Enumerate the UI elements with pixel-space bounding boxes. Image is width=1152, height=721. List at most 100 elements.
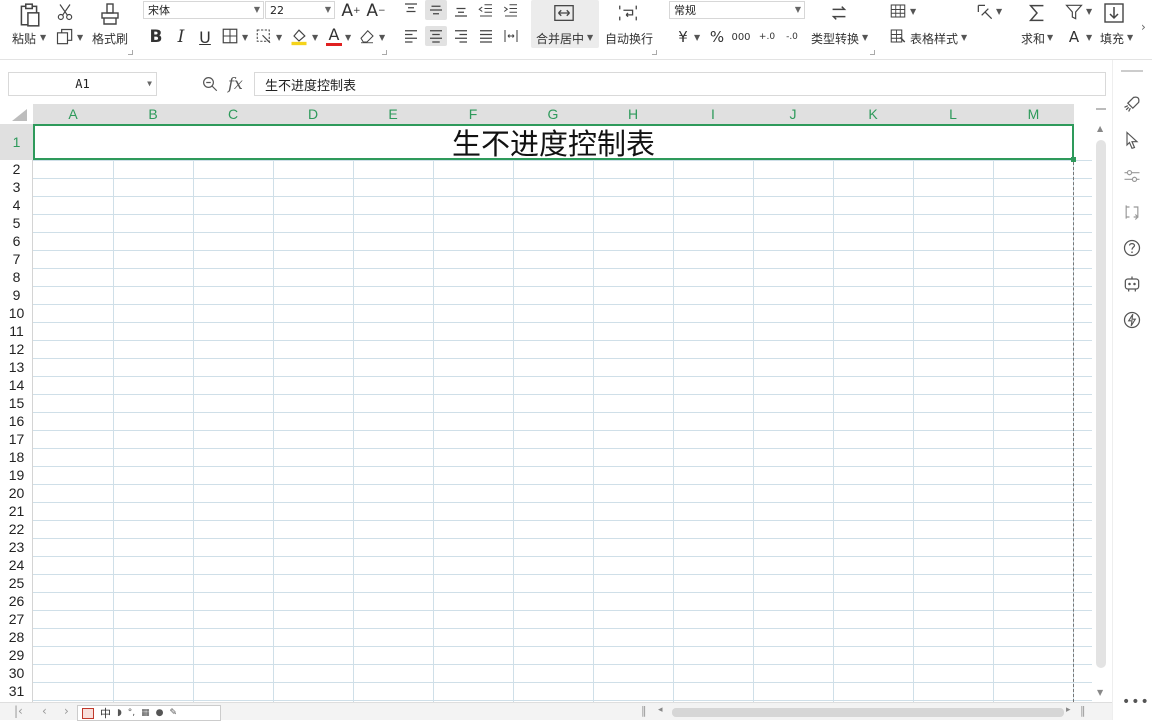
row-header-6[interactable]: 6: [0, 232, 33, 250]
row-header-15[interactable]: 15: [0, 394, 33, 412]
fill-down-icon[interactable]: [1102, 1, 1126, 25]
font-name-select[interactable]: 宋体 ▼: [143, 1, 264, 19]
align-middle-icon[interactable]: [427, 1, 445, 19]
merge-dropdown-icon[interactable]: ▼: [587, 33, 593, 42]
row-header-1[interactable]: 1: [0, 124, 33, 160]
alignment-group-launcher[interactable]: [652, 50, 657, 55]
sort-button[interactable]: A: [1063, 26, 1085, 48]
row-header-5[interactable]: 5: [0, 214, 33, 232]
tab-split-icon[interactable]: ‖: [641, 704, 647, 717]
row-header-24[interactable]: 24: [0, 556, 33, 574]
rocket-icon[interactable]: [1122, 94, 1142, 114]
row-header-11[interactable]: 11: [0, 322, 33, 340]
font-color-dropdown-icon[interactable]: ▼: [345, 33, 351, 42]
paste-icon[interactable]: [16, 2, 42, 28]
borders-icon[interactable]: [221, 27, 239, 45]
underline-button[interactable]: U: [194, 26, 216, 48]
row-header-23[interactable]: 23: [0, 538, 33, 556]
font-group-launcher[interactable]: [382, 50, 387, 55]
row-header-8[interactable]: 8: [0, 268, 33, 286]
column-header-m[interactable]: M: [993, 104, 1074, 124]
thousands-button[interactable]: 000: [730, 26, 752, 48]
currency-dropdown-icon[interactable]: ▼: [694, 33, 700, 42]
help-icon[interactable]: [1122, 238, 1142, 258]
fill-color-dropdown-icon[interactable]: ▼: [312, 33, 318, 42]
italic-button[interactable]: I: [170, 26, 192, 48]
h-split-icon[interactable]: ‖: [1080, 704, 1086, 717]
justify-icon[interactable]: [477, 27, 495, 45]
filter-dropdown-icon[interactable]: ▼: [1086, 7, 1092, 16]
type-convert-icon[interactable]: [828, 2, 850, 24]
fill-button[interactable]: 填充: [1100, 30, 1124, 47]
borders-dropdown-icon[interactable]: ▼: [242, 33, 248, 42]
row-header-19[interactable]: 19: [0, 466, 33, 484]
row-header-30[interactable]: 30: [0, 664, 33, 682]
title-cell[interactable]: 生不进度控制表: [33, 124, 1074, 161]
decrease-indent-icon[interactable]: [477, 1, 495, 19]
scroll-down-icon[interactable]: ▼: [1097, 688, 1103, 697]
zoom-icon[interactable]: [201, 75, 219, 93]
fill-dropdown-icon[interactable]: ▼: [1127, 33, 1133, 42]
align-bottom-icon[interactable]: [452, 1, 470, 19]
table-style-icon[interactable]: [889, 27, 907, 45]
robot-icon[interactable]: [1122, 274, 1142, 294]
row-header-22[interactable]: 22: [0, 520, 33, 538]
clear-dropdown-icon[interactable]: ▼: [379, 33, 385, 42]
freeze-pane-icon[interactable]: [975, 2, 995, 22]
row-header-9[interactable]: 9: [0, 286, 33, 304]
row-header-10[interactable]: 10: [0, 304, 33, 322]
wrap-text-button[interactable]: 自动换行: [605, 30, 653, 47]
more-options-icon[interactable]: •••: [1122, 694, 1150, 710]
fill-color-icon[interactable]: [289, 26, 309, 46]
scroll-left-icon[interactable]: ◂: [658, 705, 663, 715]
column-header-l[interactable]: L: [913, 104, 993, 124]
vertical-scrollbar[interactable]: ▲ ▼: [1092, 104, 1112, 702]
lightning-icon[interactable]: [1122, 310, 1142, 330]
scroll-up-icon[interactable]: ▲: [1097, 124, 1103, 133]
row-header-25[interactable]: 25: [0, 574, 33, 592]
formula-input[interactable]: 生不进度控制表: [254, 72, 1106, 96]
paste-button[interactable]: 粘贴: [12, 30, 36, 47]
number-format-select[interactable]: 常规 ▼: [669, 1, 805, 19]
row-header-14[interactable]: 14: [0, 376, 33, 394]
percent-button[interactable]: %: [706, 26, 728, 48]
sum-dropdown-icon[interactable]: ▼: [1047, 33, 1053, 42]
paste-dropdown-icon[interactable]: ▼: [40, 33, 46, 42]
row-header-21[interactable]: 21: [0, 502, 33, 520]
increase-decimal-button[interactable]: +.0: [756, 26, 778, 48]
sort-dropdown-icon[interactable]: ▼: [1086, 33, 1092, 42]
next-sheet-icon[interactable]: ›: [64, 704, 69, 718]
row-header-27[interactable]: 27: [0, 610, 33, 628]
decrease-decimal-button[interactable]: -.0: [781, 26, 803, 48]
grow-font-button[interactable]: A +: [340, 0, 362, 22]
row-header-29[interactable]: 29: [0, 646, 33, 664]
align-center-icon[interactable]: [427, 27, 445, 45]
align-top-icon[interactable]: [402, 1, 420, 19]
wrap-text-icon[interactable]: [616, 2, 640, 24]
scroll-right-icon[interactable]: ▸: [1066, 705, 1071, 715]
cell-area[interactable]: 生不进度控制表: [33, 124, 1092, 702]
select-all-corner[interactable]: [0, 104, 33, 124]
cell-style-icon[interactable]: [255, 27, 273, 45]
type-convert-button[interactable]: 类型转换: [811, 30, 859, 47]
column-header-k[interactable]: K: [833, 104, 913, 124]
column-header-a[interactable]: A: [33, 104, 113, 124]
copy-icon[interactable]: [55, 27, 75, 47]
row-header-31[interactable]: 31: [0, 682, 33, 700]
font-color-button[interactable]: A: [323, 25, 345, 47]
conditional-format-dropdown-icon[interactable]: ▼: [910, 7, 916, 16]
column-header-j[interactable]: J: [753, 104, 833, 124]
row-header-2[interactable]: 2: [0, 160, 33, 178]
eraser-icon[interactable]: [358, 27, 376, 45]
row-header-7[interactable]: 7: [0, 250, 33, 268]
name-box[interactable]: A1 ▼: [8, 72, 157, 96]
first-sheet-icon[interactable]: |‹: [14, 704, 23, 718]
row-header-3[interactable]: 3: [0, 178, 33, 196]
format-painter-button[interactable]: 格式刷: [92, 30, 128, 47]
sum-icon[interactable]: [1026, 2, 1048, 24]
horizontal-scroll-thumb[interactable]: [672, 708, 1064, 717]
distributed-align-icon[interactable]: [502, 27, 520, 45]
shrink-font-button[interactable]: A −: [365, 0, 387, 22]
merge-center-icon[interactable]: [552, 2, 576, 24]
table-style-dropdown-icon[interactable]: ▼: [961, 33, 967, 42]
